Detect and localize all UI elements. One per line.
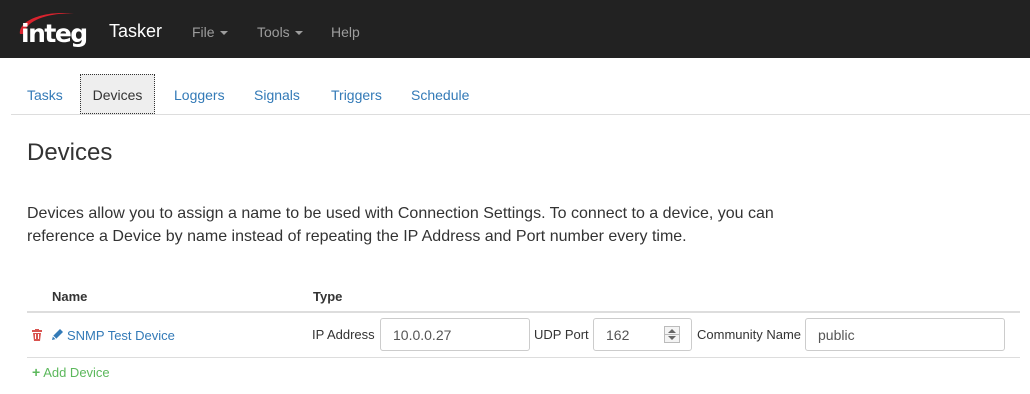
add-device-button[interactable]: + Add Device [32,364,110,381]
udp-port-label: UDP Port [534,327,589,342]
brand-logo[interactable]: integ [12,10,96,50]
column-header-type: Type [313,289,343,304]
spinner-up-icon[interactable] [668,329,676,333]
column-header-name: Name [52,289,88,304]
ip-address-input[interactable] [380,318,530,351]
page-title: Devices [27,139,113,166]
help-menu-label: Help [331,24,360,40]
tools-menu[interactable]: Tools [257,24,303,40]
page-description: Devices allow you to assign a name to be… [27,205,774,245]
ip-address-label: IP Address [312,327,375,342]
tab-devices[interactable]: Devices [80,74,155,114]
tab-triggers[interactable]: Triggers [331,87,382,103]
navbar: integ Tasker File Tools Help [0,0,1030,58]
table-header-divider [27,311,1020,313]
trash-icon[interactable] [32,329,42,341]
community-name-input[interactable] [805,318,1005,351]
tab-schedule[interactable]: Schedule [411,87,469,103]
brand-name: integ [21,19,88,48]
add-device-label: Add Device [43,365,110,380]
tab-tasks[interactable]: Tasks [27,87,63,103]
tools-menu-label: Tools [257,24,290,40]
file-menu[interactable]: File [192,24,228,40]
device-name-link[interactable]: SNMP Test Device [67,328,175,343]
file-menu-label: File [192,24,215,40]
tabs-divider [11,114,1030,115]
plus-icon: + [32,364,41,380]
app-title[interactable]: Tasker [109,21,162,41]
caret-down-icon [294,31,303,36]
spinner-down-icon[interactable] [668,336,676,340]
tab-signals[interactable]: Signals [254,87,300,103]
help-menu[interactable]: Help [331,24,360,40]
tab-loggers[interactable]: Loggers [174,87,225,103]
pencil-icon[interactable] [52,329,63,340]
table-row-divider [27,357,1020,358]
spinner-divider [665,334,679,335]
port-spinner[interactable] [664,326,680,343]
caret-down-icon [219,31,228,36]
community-name-label: Community Name [697,327,802,342]
